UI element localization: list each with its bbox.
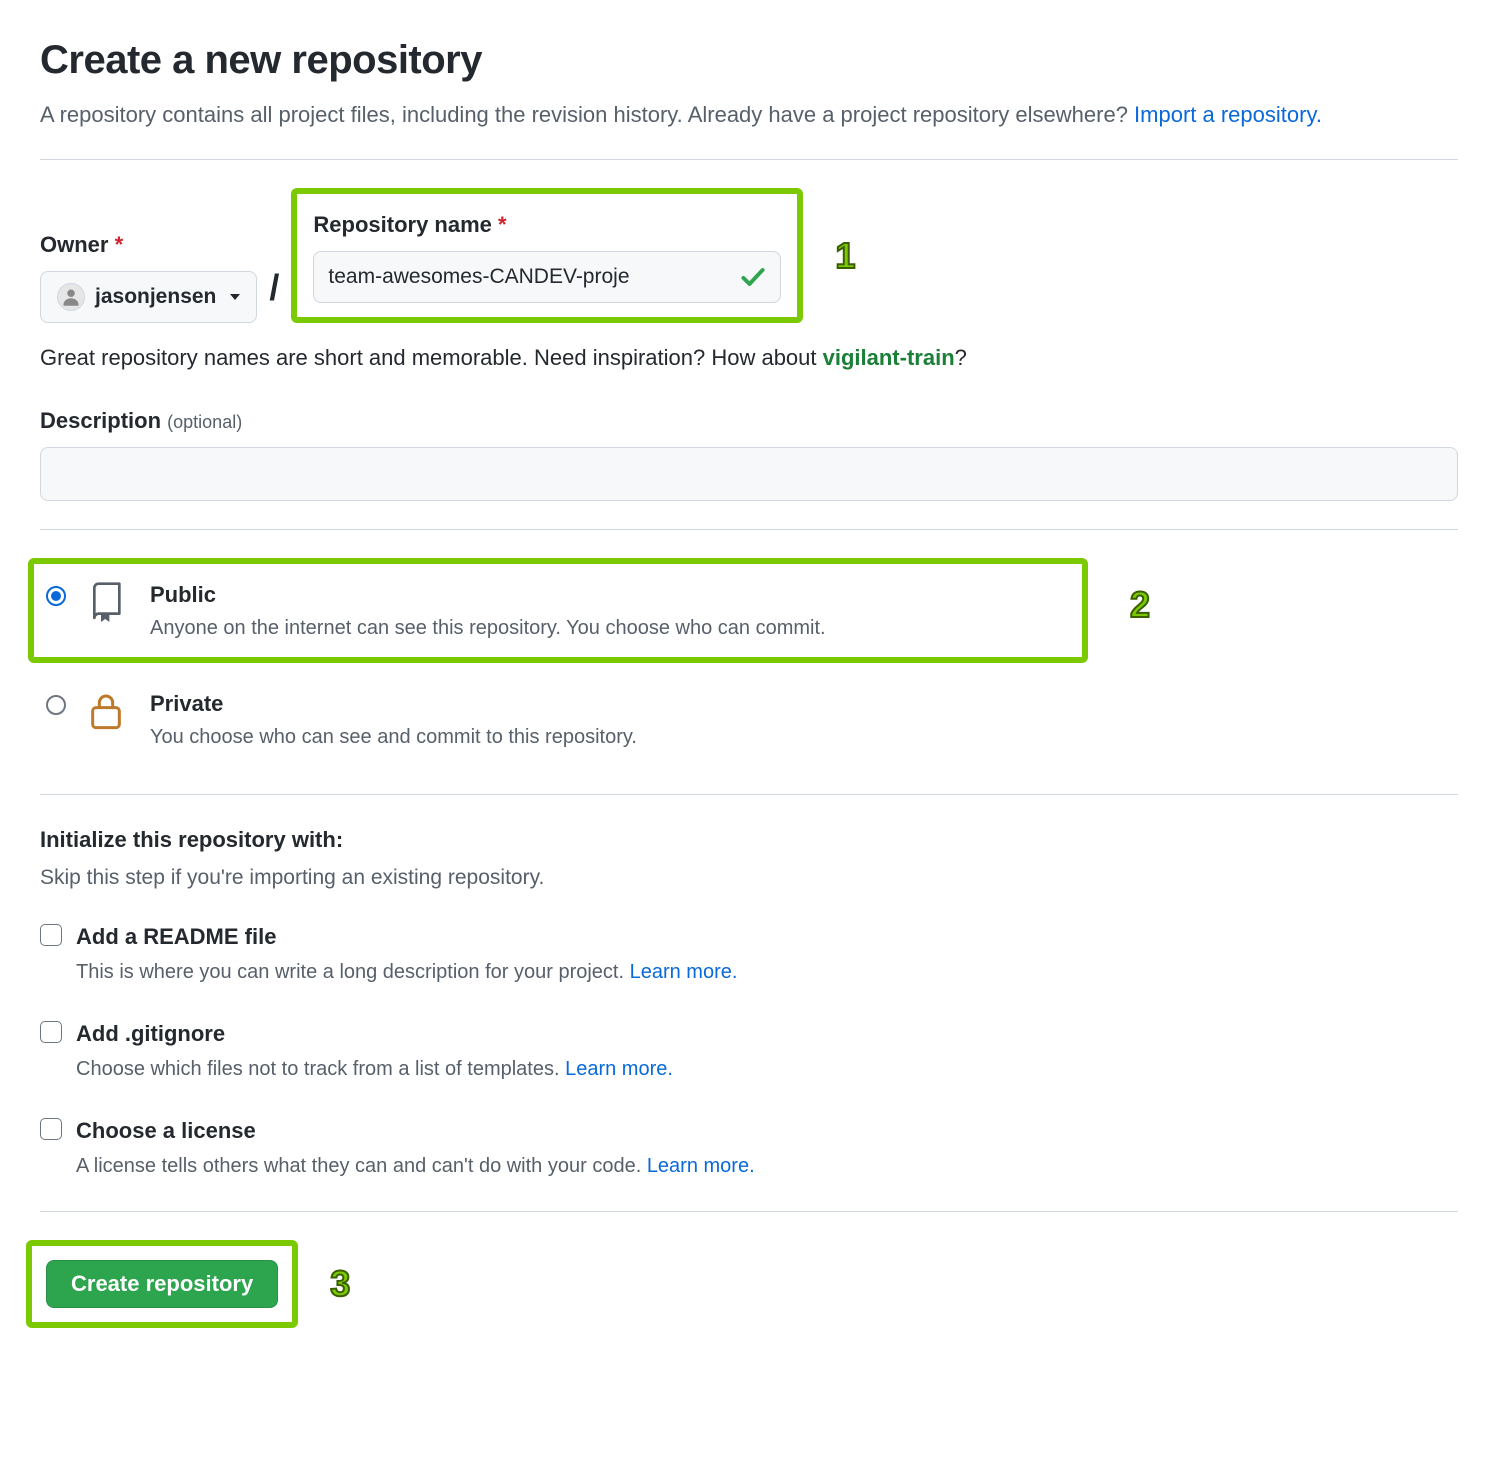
readme-option[interactable]: Add a README file This is where you can … xyxy=(40,920,1458,987)
import-repo-link[interactable]: Import a repository. xyxy=(1134,102,1322,127)
visibility-public-option[interactable]: Public Anyone on the internet can see th… xyxy=(28,558,1088,663)
submit-highlight-box: Create repository xyxy=(26,1240,298,1328)
subtitle-text: A repository contains all project files,… xyxy=(40,102,1134,127)
annotation-1: 1 xyxy=(835,229,855,283)
description-input[interactable] xyxy=(40,447,1458,501)
private-desc: You choose who can see and commit to thi… xyxy=(150,722,637,752)
license-desc: A license tells others what they can and… xyxy=(76,1151,755,1181)
description-label: Description (optional) xyxy=(40,404,1458,437)
divider xyxy=(40,794,1458,795)
readme-learn-more-link[interactable]: Learn more. xyxy=(630,961,738,983)
annotation-2: 2 xyxy=(1130,578,1150,632)
create-repository-button[interactable]: Create repository xyxy=(46,1260,278,1308)
visibility-private-option[interactable]: Private You choose who can see and commi… xyxy=(40,673,1458,766)
public-radio[interactable] xyxy=(46,586,66,606)
readme-desc-text: This is where you can write a long descr… xyxy=(76,961,630,983)
repo-name-input[interactable] xyxy=(313,251,781,303)
divider xyxy=(40,1211,1458,1212)
license-learn-more-link[interactable]: Learn more. xyxy=(647,1155,755,1177)
private-radio[interactable] xyxy=(46,695,66,715)
page-subtitle: A repository contains all project files,… xyxy=(40,98,1458,131)
avatar-icon xyxy=(57,283,85,311)
repo-name-label: Repository name * xyxy=(313,208,781,241)
owner-repo-slash: / xyxy=(269,261,279,323)
optional-label: (optional) xyxy=(167,412,242,432)
page-title: Create a new repository xyxy=(40,30,1458,90)
init-title: Initialize this repository with: xyxy=(40,823,1458,856)
license-desc-text: A license tells others what they can and… xyxy=(76,1155,647,1177)
gitignore-option[interactable]: Add .gitignore Choose which files not to… xyxy=(40,1017,1458,1084)
annotation-3: 3 xyxy=(330,1257,350,1311)
required-asterisk: * xyxy=(498,212,507,237)
gitignore-desc-text: Choose which files not to track from a l… xyxy=(76,1058,565,1080)
readme-desc: This is where you can write a long descr… xyxy=(76,957,737,987)
gitignore-checkbox[interactable] xyxy=(40,1021,62,1043)
gitignore-desc: Choose which files not to track from a l… xyxy=(76,1054,673,1084)
init-subtitle: Skip this step if you're importing an ex… xyxy=(40,862,1458,894)
repo-name-help-pre: Great repository names are short and mem… xyxy=(40,345,823,370)
license-checkbox[interactable] xyxy=(40,1118,62,1140)
repo-name-label-text: Repository name xyxy=(313,212,492,237)
owner-dropdown[interactable]: jasonjensen xyxy=(40,271,257,323)
gitignore-title: Add .gitignore xyxy=(76,1017,673,1050)
repo-name-highlight-box: Repository name * xyxy=(291,188,803,323)
divider xyxy=(40,529,1458,530)
caret-down-icon xyxy=(230,294,240,300)
divider xyxy=(40,159,1458,160)
lock-icon xyxy=(86,689,130,742)
license-option[interactable]: Choose a license A license tells others … xyxy=(40,1114,1458,1181)
private-title: Private xyxy=(150,687,637,720)
owner-label: Owner * xyxy=(40,228,257,261)
readme-title: Add a README file xyxy=(76,920,737,953)
repo-icon xyxy=(86,580,130,633)
repo-name-help-post: ? xyxy=(955,345,967,370)
repo-name-help: Great repository names are short and mem… xyxy=(40,341,1458,374)
repo-name-suggestion[interactable]: vigilant-train xyxy=(823,345,955,370)
readme-checkbox[interactable] xyxy=(40,924,62,946)
public-desc: Anyone on the internet can see this repo… xyxy=(150,613,826,643)
description-label-text: Description xyxy=(40,408,161,433)
public-title: Public xyxy=(150,578,826,611)
license-title: Choose a license xyxy=(76,1114,755,1147)
owner-username: jasonjensen xyxy=(95,281,216,313)
checkmark-icon xyxy=(739,263,767,277)
owner-label-text: Owner xyxy=(40,232,108,257)
required-asterisk: * xyxy=(115,232,124,257)
gitignore-learn-more-link[interactable]: Learn more. xyxy=(565,1058,673,1080)
